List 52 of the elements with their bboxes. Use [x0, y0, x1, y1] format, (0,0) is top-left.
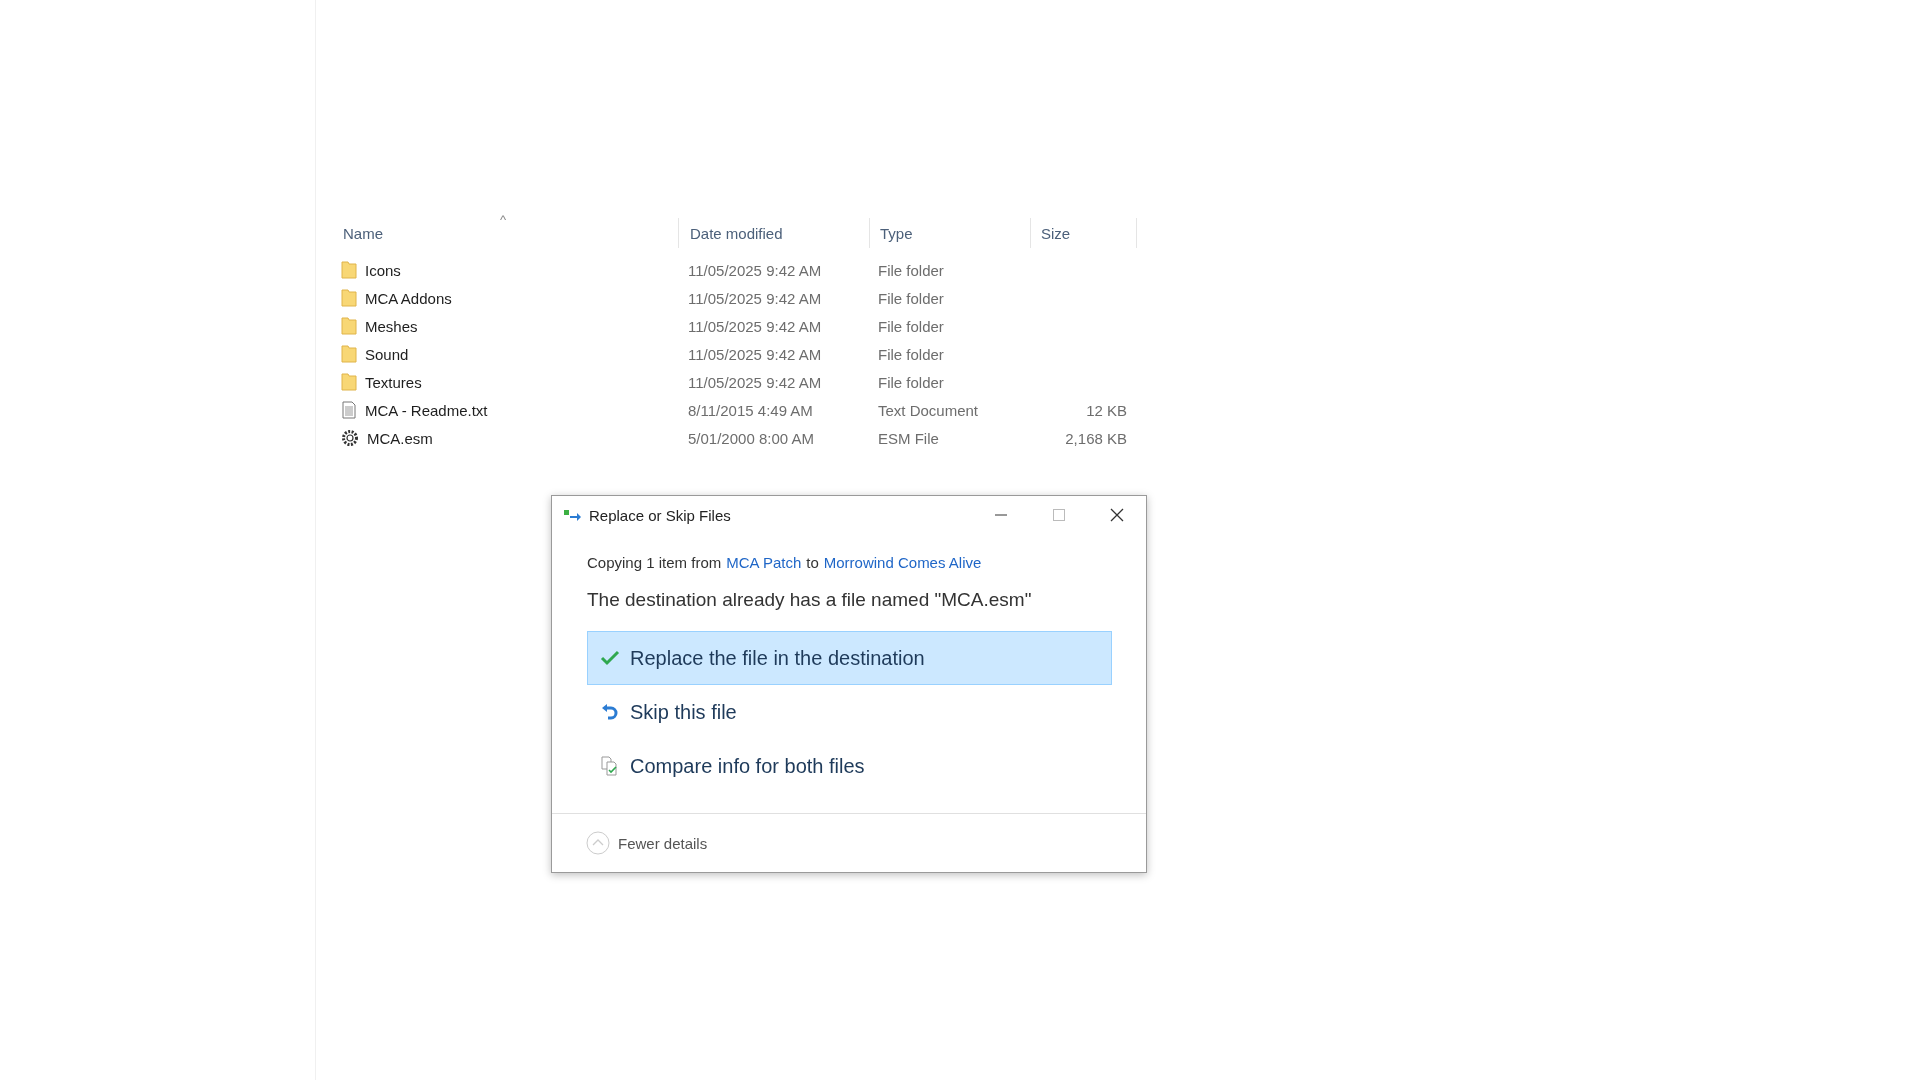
file-type: File folder [878, 373, 944, 391]
file-type: File folder [878, 317, 944, 335]
source-link[interactable]: MCA Patch [726, 554, 802, 571]
file-type: File folder [878, 345, 944, 363]
date-modified: 5/01/2000 8:00 AM [688, 429, 814, 447]
choice-option[interactable]: Replace the file in the destination [587, 631, 1112, 685]
folder-icon [341, 289, 357, 307]
date-modified: 11/05/2025 9:42 AM [688, 289, 822, 307]
file-name[interactable]: Icons [365, 261, 401, 279]
date-modified: 11/05/2025 9:42 AM [688, 317, 822, 335]
choice-option[interactable]: Compare info for both files [587, 739, 1112, 793]
sort-indicator: ^ [500, 212, 507, 227]
file-name[interactable]: MCA - Readme.txt [365, 401, 488, 419]
conflict-message: The destination already has a file named "MCA.esm" [587, 589, 1033, 611]
close-icon [1110, 508, 1124, 522]
copy-arrow-icon [564, 509, 582, 521]
file-type: File folder [878, 261, 944, 279]
chevron-up-circle-icon [586, 831, 610, 855]
file-name[interactable]: MCA.esm [367, 429, 433, 447]
date-modified: 8/11/2015 4:49 AM [688, 401, 813, 419]
undo-arrow-icon [600, 702, 620, 722]
destination-link[interactable]: Morrowind Comes Alive [823, 554, 982, 571]
column-header[interactable]: Size [1039, 224, 1071, 242]
column-header[interactable]: Date modified [688, 224, 783, 242]
column-header[interactable]: Name [341, 224, 383, 242]
file-size: 12 KB [1086, 401, 1127, 419]
copy-description: Copying 1 item from [587, 554, 722, 571]
file-size: 2,168 KB [1065, 429, 1127, 447]
file-name[interactable]: Textures [365, 373, 422, 391]
fewer-details-button[interactable]: Fewer details [586, 831, 708, 855]
document-icon [341, 401, 357, 419]
file-name[interactable]: MCA Addons [365, 289, 452, 307]
file-name[interactable]: Meshes [365, 317, 418, 335]
folder-icon [341, 345, 357, 363]
compare-files-icon [600, 756, 620, 776]
column-header[interactable]: Type [878, 224, 913, 242]
date-modified: 11/05/2025 9:42 AM [688, 373, 822, 391]
folder-icon [341, 373, 357, 391]
file-name[interactable]: Sound [365, 345, 409, 363]
window-title: Replace or Skip Files [589, 506, 731, 524]
folder-icon [341, 261, 357, 279]
copy-description: to [806, 554, 819, 571]
date-modified: 11/05/2025 9:42 AM [688, 261, 822, 279]
gear-icon [341, 429, 359, 447]
file-type: Text Document [878, 401, 979, 419]
maximize-icon [1053, 509, 1065, 521]
checkmark-icon [600, 648, 620, 668]
file-type: ESM File [878, 429, 939, 447]
choice-option[interactable]: Skip this file [587, 685, 1112, 739]
file-type: File folder [878, 289, 944, 307]
folder-icon [341, 317, 357, 335]
date-modified: 11/05/2025 9:42 AM [688, 345, 822, 363]
